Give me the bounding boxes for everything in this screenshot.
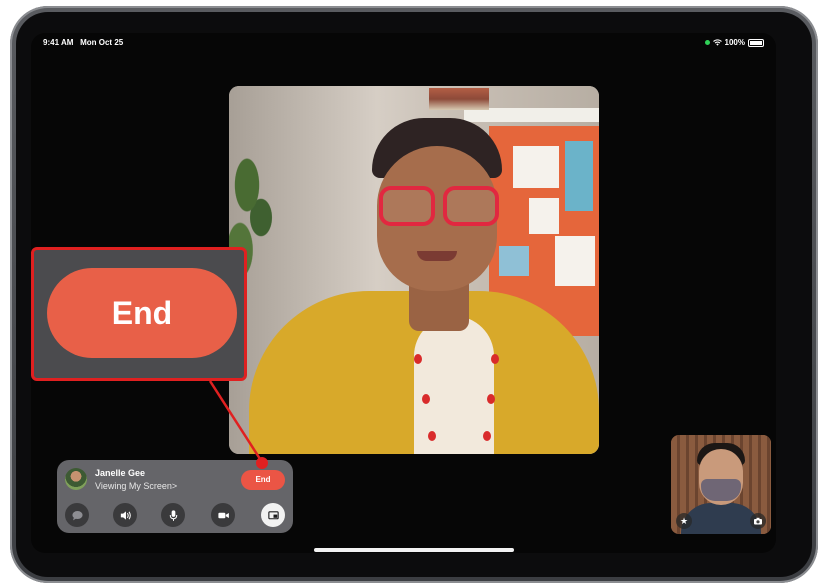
- speaker-button[interactable]: [113, 503, 137, 527]
- messages-button[interactable]: [65, 503, 89, 527]
- wifi-icon: [712, 39, 722, 46]
- flip-camera-icon[interactable]: [750, 513, 766, 529]
- self-view-video[interactable]: ★: [671, 435, 771, 534]
- camera-indicator-icon: [704, 40, 710, 45]
- status-time: 9:41 AM: [43, 38, 74, 47]
- share-screen-icon: [267, 510, 279, 519]
- call-controls-panel: Janelle Gee Viewing My Screen> End: [57, 460, 293, 533]
- callout-end-button: End: [47, 268, 237, 358]
- chevron-right-icon: >: [171, 481, 178, 491]
- status-date: Mon Oct 25: [80, 38, 124, 47]
- zoom-callout: End: [31, 247, 247, 381]
- camera-button[interactable]: [211, 503, 235, 527]
- caller-name: Janelle Gee: [95, 468, 146, 478]
- microphone-button[interactable]: [161, 503, 185, 527]
- microphone-icon: [169, 509, 177, 521]
- status-bar-time: 9:41 AM Mon Oct 25: [43, 38, 123, 47]
- caller-avatar: [65, 468, 87, 490]
- battery-icon: [748, 38, 764, 47]
- status-bar-right: 100%: [704, 38, 764, 47]
- speaker-icon: [120, 510, 131, 520]
- effects-star-icon[interactable]: ★: [676, 513, 692, 529]
- video-camera-icon: [217, 512, 229, 518]
- messages-icon: [71, 510, 83, 520]
- control-row: [65, 503, 287, 527]
- end-call-button[interactable]: End: [241, 470, 285, 490]
- share-screen-button[interactable]: [261, 503, 285, 527]
- caller-status-link[interactable]: Viewing My Screen>: [95, 481, 177, 491]
- battery-percent: 100%: [724, 38, 745, 47]
- home-indicator[interactable]: [314, 548, 514, 552]
- remote-video[interactable]: [229, 86, 599, 454]
- caller-status-text: Viewing My Screen: [95, 481, 172, 491]
